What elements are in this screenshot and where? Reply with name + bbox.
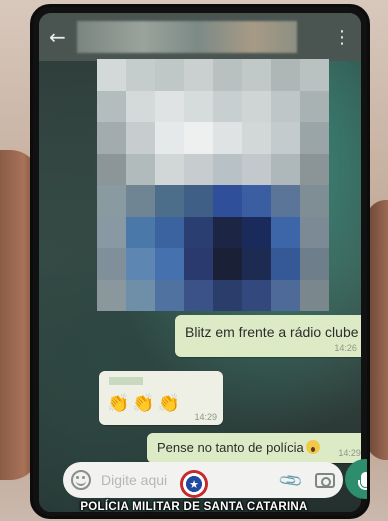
pixel-block [155,153,184,185]
pixel-block [97,279,126,311]
pixel-block [242,279,271,311]
chat-header: ← ⋮ [39,13,361,61]
pixel-block [271,279,300,311]
pixel-block [300,90,329,122]
pixel-block [213,248,242,280]
pixel-block [213,185,242,217]
emoji-icon[interactable] [71,470,91,490]
message-text: Pense no tanto de polícia [157,440,320,455]
pixel-block [271,90,300,122]
message-time: 14:26 ✓ [334,343,361,353]
message-time: 14:29 ✓ [338,448,361,458]
pixel-block [271,153,300,185]
pixel-block [155,59,184,91]
pixel-block [300,279,329,311]
pixel-block [155,122,184,154]
pixel-block [242,153,271,185]
pixel-block [97,90,126,122]
paperclip-icon[interactable]: 📎 [277,466,304,493]
pixel-block [97,153,126,185]
pixel-block [242,216,271,248]
pixel-block [184,185,213,217]
pixel-block [126,279,155,311]
screaming-face-emoji [305,440,320,454]
outgoing-message[interactable]: Blitz em frente a rádio clube 14:26 ✓ [175,315,361,357]
pixel-block [213,216,242,248]
pixel-block [213,279,242,311]
message-time: 14:29 [194,412,217,422]
pixel-block [271,185,300,217]
pixel-block [155,216,184,248]
pixel-block [97,59,126,91]
pixel-block [126,122,155,154]
message-input[interactable]: Digite aqui [101,472,281,488]
pixel-block [184,59,213,91]
pixel-block [126,216,155,248]
pixel-block [155,279,184,311]
pixel-block [126,153,155,185]
pixel-block [213,59,242,91]
pixel-block [97,185,126,217]
pixel-block [155,185,184,217]
pixel-block [300,153,329,185]
pixel-block [155,90,184,122]
pixel-block [271,122,300,154]
pixel-block [300,59,329,91]
incoming-message[interactable]: 👏👏👏 14:29 [99,371,223,425]
pixel-block [126,248,155,280]
pixel-block [184,216,213,248]
pixel-block [271,216,300,248]
pixel-block [184,248,213,280]
pixel-block [271,248,300,280]
pixel-block [242,185,271,217]
arrow-left-icon[interactable]: ← [49,25,71,49]
pixel-block [184,122,213,154]
pixel-block [242,90,271,122]
pixel-block [213,153,242,185]
pixel-block [97,248,126,280]
clapping-hands-emoji: 👏👏👏 [107,393,184,414]
pixel-block [300,122,329,154]
message-input-bar[interactable]: Digite aqui 📎 [63,462,343,498]
pixel-block [155,248,184,280]
sender-name-redacted [109,377,143,385]
outgoing-message[interactable]: Pense no tanto de polícia 14:29 ✓ [147,433,361,463]
camera-icon[interactable] [315,472,335,488]
pixel-block [213,122,242,154]
chat-screen: ← ⋮ Blitz em frente a rádio clube 14:26 … [39,13,361,512]
pixel-block [300,185,329,217]
pixelated-image-message[interactable] [97,59,329,311]
pixel-block [242,59,271,91]
phone-device: ← ⋮ Blitz em frente a rádio clube 14:26 … [30,4,370,519]
microphone-icon [357,471,367,490]
pixel-block [242,122,271,154]
message-text: Blitz em frente a rádio clube [185,324,361,340]
more-vertical-icon[interactable]: ⋮ [333,27,351,48]
pixel-block [126,59,155,91]
pixel-block [184,279,213,311]
pixel-block [300,248,329,280]
pixel-block [184,90,213,122]
pixel-block [184,153,213,185]
pixel-block [213,90,242,122]
pixel-block [271,59,300,91]
pixel-block [300,216,329,248]
pixel-block [126,185,155,217]
pixel-block [242,248,271,280]
pixel-block [97,122,126,154]
pixel-block [126,90,155,122]
pixel-block [97,216,126,248]
contact-name-redacted[interactable] [77,21,297,53]
